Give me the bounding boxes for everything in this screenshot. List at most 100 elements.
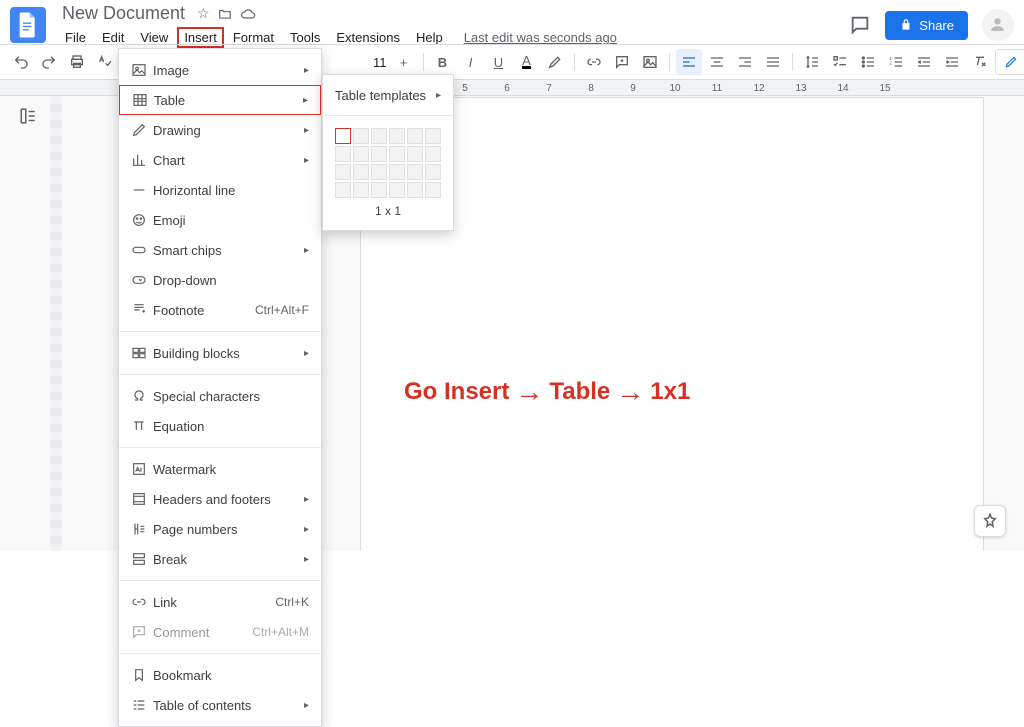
comment-history-icon[interactable] bbox=[849, 14, 871, 36]
arrow-right-icon: → bbox=[515, 376, 543, 408]
table-grid-cell[interactable] bbox=[425, 182, 441, 198]
pagenum-icon bbox=[131, 521, 153, 537]
align-justify-button[interactable] bbox=[760, 49, 786, 75]
insert-image[interactable]: Image▸ bbox=[119, 55, 321, 85]
menu-item-label: Special characters bbox=[153, 389, 309, 404]
blocks-icon bbox=[131, 345, 153, 361]
add-comment-button[interactable] bbox=[609, 49, 635, 75]
insert-page-numbers[interactable]: Page numbers▸ bbox=[119, 514, 321, 544]
insert-headers-and-footers[interactable]: Headers and footers▸ bbox=[119, 484, 321, 514]
editing-mode-menu[interactable]: Editing ▾ bbox=[995, 49, 1024, 75]
explore-button[interactable] bbox=[974, 505, 1006, 537]
align-left-button[interactable] bbox=[676, 49, 702, 75]
decrease-indent-button[interactable] bbox=[911, 49, 937, 75]
insert-drawing[interactable]: Drawing▸ bbox=[119, 115, 321, 145]
insert-link-button[interactable] bbox=[581, 49, 607, 75]
table-grid-cell[interactable] bbox=[425, 128, 441, 144]
move-folder-icon[interactable] bbox=[218, 7, 232, 21]
insert-horizontal-line[interactable]: Horizontal line bbox=[119, 175, 321, 205]
star-icon[interactable]: ☆ bbox=[197, 5, 210, 22]
increase-indent-button[interactable] bbox=[939, 49, 965, 75]
align-center-button[interactable] bbox=[704, 49, 730, 75]
numbered-list-button[interactable]: 12 bbox=[883, 49, 909, 75]
table-grid-cell[interactable] bbox=[353, 146, 369, 162]
table-grid-cell[interactable] bbox=[407, 182, 423, 198]
print-button[interactable] bbox=[64, 49, 90, 75]
italic-button[interactable]: I bbox=[458, 49, 484, 75]
avatar[interactable] bbox=[982, 9, 1014, 41]
clear-formatting-button[interactable] bbox=[967, 49, 993, 75]
table-grid-cell[interactable] bbox=[353, 164, 369, 180]
menu-item-label: Headers and footers bbox=[153, 492, 304, 507]
outline-toggle-button[interactable] bbox=[16, 104, 40, 128]
undo-button[interactable] bbox=[8, 49, 34, 75]
insert-emoji[interactable]: Emoji bbox=[119, 205, 321, 235]
menu-item-label: Bookmark bbox=[153, 668, 309, 683]
insert-table[interactable]: Table▸ bbox=[119, 85, 321, 115]
cloud-status-icon[interactable] bbox=[240, 7, 256, 21]
insert-break[interactable]: Break▸ bbox=[119, 544, 321, 574]
share-button[interactable]: Share bbox=[885, 11, 968, 40]
table-grid-cell[interactable] bbox=[335, 128, 351, 144]
redo-button[interactable] bbox=[36, 49, 62, 75]
ruler-tick: 6 bbox=[486, 83, 528, 94]
bulleted-list-button[interactable] bbox=[855, 49, 881, 75]
table-grid-cell[interactable] bbox=[371, 128, 387, 144]
table-grid-cell[interactable] bbox=[389, 146, 405, 162]
table-grid-cell[interactable] bbox=[425, 146, 441, 162]
insert-image-button[interactable] bbox=[637, 49, 663, 75]
blocks-icon bbox=[131, 345, 147, 361]
insert-equation[interactable]: Equation bbox=[119, 411, 321, 441]
insert-watermark[interactable]: Watermark bbox=[119, 454, 321, 484]
table-size-grid[interactable]: 1 x 1 bbox=[323, 122, 453, 224]
insert-chart[interactable]: Chart▸ bbox=[119, 145, 321, 175]
table-grid-cell[interactable] bbox=[371, 164, 387, 180]
table-grid-cell[interactable] bbox=[353, 128, 369, 144]
table-grid-cell[interactable] bbox=[335, 182, 351, 198]
omega-icon bbox=[131, 388, 147, 404]
svg-text:2: 2 bbox=[889, 61, 892, 66]
insert-footnote[interactable]: FootnoteCtrl+Alt+F bbox=[119, 295, 321, 325]
font-size-increase-button[interactable]: + bbox=[391, 49, 417, 75]
vertical-ruler[interactable] bbox=[50, 96, 62, 551]
last-edit-link[interactable]: Last edit was seconds ago bbox=[464, 30, 617, 45]
chevron-right-icon: ▸ bbox=[304, 524, 309, 535]
docs-logo[interactable] bbox=[10, 7, 46, 43]
font-size-value[interactable]: 11 bbox=[371, 55, 389, 70]
insert-table-of-contents[interactable]: Table of contents▸ bbox=[119, 690, 321, 720]
table-grid-cell[interactable] bbox=[389, 164, 405, 180]
doc-title[interactable]: New Document bbox=[58, 2, 189, 25]
insert-link[interactable]: LinkCtrl+K bbox=[119, 587, 321, 617]
table-grid-cell[interactable] bbox=[335, 146, 351, 162]
chevron-right-icon: ▸ bbox=[304, 554, 309, 565]
table-grid-cell[interactable] bbox=[389, 182, 405, 198]
table-icon bbox=[132, 92, 148, 108]
table-grid-cell[interactable] bbox=[425, 164, 441, 180]
table-grid-cell[interactable] bbox=[389, 128, 405, 144]
bold-button[interactable]: B bbox=[430, 49, 456, 75]
insert-smart-chips[interactable]: Smart chips▸ bbox=[119, 235, 321, 265]
break-icon bbox=[131, 551, 147, 567]
toolbar-separator bbox=[423, 53, 424, 71]
table-templates-item[interactable]: Table templates ▸ bbox=[323, 81, 453, 109]
line-spacing-button[interactable] bbox=[799, 49, 825, 75]
table-grid-cell[interactable] bbox=[407, 146, 423, 162]
insert-bookmark[interactable]: Bookmark bbox=[119, 660, 321, 690]
highlight-button[interactable] bbox=[542, 49, 568, 75]
insert-special-characters[interactable]: Special characters bbox=[119, 381, 321, 411]
text-color-button[interactable]: A bbox=[514, 49, 540, 75]
insert-building-blocks[interactable]: Building blocks▸ bbox=[119, 338, 321, 368]
table-grid-cell[interactable] bbox=[371, 182, 387, 198]
align-right-button[interactable] bbox=[732, 49, 758, 75]
table-grid-cell[interactable] bbox=[407, 128, 423, 144]
table-grid-cell[interactable] bbox=[335, 164, 351, 180]
insert-drop-down[interactable]: Drop-down bbox=[119, 265, 321, 295]
table-grid-cell[interactable] bbox=[353, 182, 369, 198]
table-grid-cell[interactable] bbox=[407, 164, 423, 180]
checklist-button[interactable] bbox=[827, 49, 853, 75]
underline-button[interactable]: U bbox=[486, 49, 512, 75]
chevron-right-icon: ▸ bbox=[304, 245, 309, 256]
table-templates-label: Table templates bbox=[335, 88, 436, 103]
spellcheck-button[interactable] bbox=[92, 49, 118, 75]
table-grid-cell[interactable] bbox=[371, 146, 387, 162]
